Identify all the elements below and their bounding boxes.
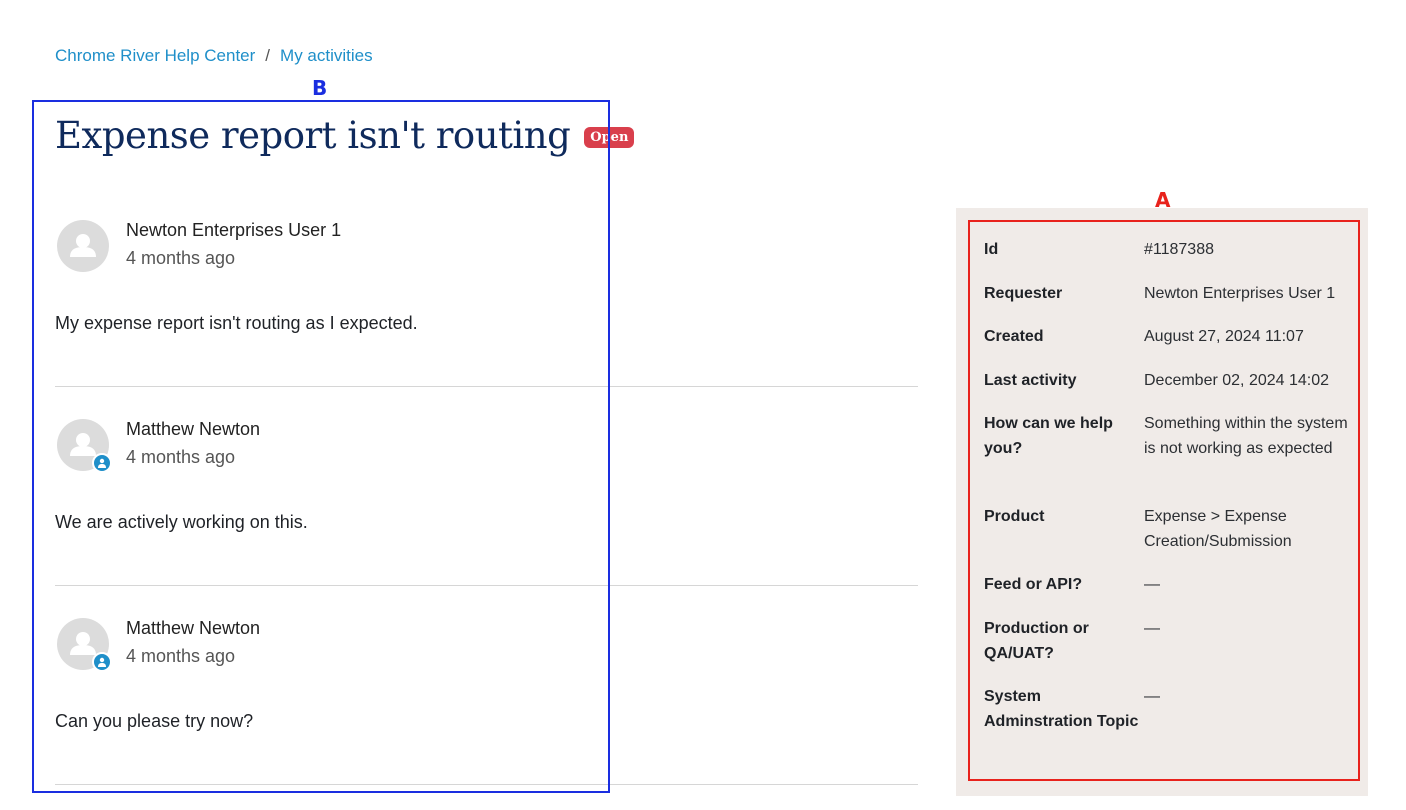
status-badge: Open	[584, 127, 635, 148]
avatar	[57, 417, 112, 473]
comment-body: Can you please try now?	[55, 711, 254, 731]
detail-label: Production or QA/UAT?	[984, 620, 1089, 662]
avatar	[57, 616, 112, 672]
detail-row-id: Id #1187388	[984, 237, 1354, 262]
detail-value: Newton Enterprises User 1	[1144, 285, 1336, 302]
breadcrumb-home-link[interactable]: Chrome River Help Center	[55, 46, 255, 66]
detail-row-system-admin-topic: System Adminstration Topic —	[984, 684, 1354, 734]
detail-value: —	[1144, 620, 1160, 637]
comment-divider	[55, 784, 918, 785]
detail-label: System Adminstration Topic	[984, 688, 1139, 730]
detail-value: Expense > Expense Creation/Submission	[1144, 508, 1292, 550]
request-page: Chrome River Help Center / My activities…	[0, 0, 1406, 810]
detail-label: How can we help you?	[984, 415, 1113, 457]
detail-row-feed-or-api: Feed or API? —	[984, 572, 1354, 597]
comment-timestamp: 4 months ago	[126, 646, 236, 666]
comment-item: Matthew Newton 4 months ago Can you plea…	[55, 616, 918, 732]
detail-value: Something within the system is not worki…	[1144, 415, 1348, 457]
comment-author: Newton Enterprises User 1	[126, 220, 342, 240]
comment-author: Matthew Newton	[126, 618, 261, 638]
comment-timestamp: 4 months ago	[126, 248, 236, 268]
detail-label: Last activity	[984, 372, 1077, 389]
comment-item: Newton Enterprises User 1 4 months ago M…	[55, 218, 918, 334]
comment-body: We are actively working on this.	[55, 512, 308, 532]
detail-row-production-or-qa: Production or QA/UAT? —	[984, 616, 1354, 666]
comment-timestamp: 4 months ago	[126, 447, 236, 467]
avatar	[57, 218, 109, 272]
agent-badge-icon	[92, 453, 112, 473]
detail-value: —	[1144, 576, 1160, 593]
breadcrumb-separator: /	[265, 46, 271, 65]
detail-row-requester: Requester Newton Enterprises User 1	[984, 281, 1354, 306]
request-header: Expense report isn't routing Open	[55, 114, 635, 157]
detail-value: —	[1144, 688, 1160, 705]
breadcrumb-my-activities-link[interactable]: My activities	[280, 46, 373, 66]
detail-label: Requester	[984, 285, 1063, 302]
comment-divider	[55, 585, 918, 586]
comment-author: Matthew Newton	[126, 419, 261, 439]
detail-label: Created	[984, 328, 1044, 345]
detail-value: August 27, 2024 11:07	[1144, 328, 1304, 345]
detail-label: Product	[984, 508, 1045, 525]
breadcrumb: Chrome River Help Center / My activities	[55, 46, 373, 66]
detail-value: #1187388	[1144, 241, 1214, 258]
comment-body: My expense report isn't routing as I exp…	[55, 313, 418, 333]
comment-divider	[55, 386, 918, 387]
annotation-label-b: B	[312, 76, 328, 100]
detail-label: Id	[984, 241, 999, 258]
detail-row-how-can-we-help: How can we help you? Something within th…	[984, 411, 1354, 461]
detail-row-last-activity: Last activity December 02, 2024 14:02	[984, 368, 1354, 393]
page-title: Expense report isn't routing	[55, 114, 571, 157]
comment-item: Matthew Newton 4 months ago We are activ…	[55, 417, 918, 533]
annotation-label-a: A	[1155, 188, 1171, 212]
agent-badge-icon	[92, 652, 112, 672]
detail-row-created: Created August 27, 2024 11:07	[984, 324, 1354, 349]
request-details-panel: Id #1187388 Requester Newton Enterprises…	[956, 208, 1368, 796]
user-avatar-icon	[70, 234, 96, 257]
detail-row-product: Product Expense > Expense Creation/Submi…	[984, 504, 1354, 554]
detail-value: December 02, 2024 14:02	[1144, 372, 1330, 389]
detail-label: Feed or API?	[984, 576, 1083, 593]
